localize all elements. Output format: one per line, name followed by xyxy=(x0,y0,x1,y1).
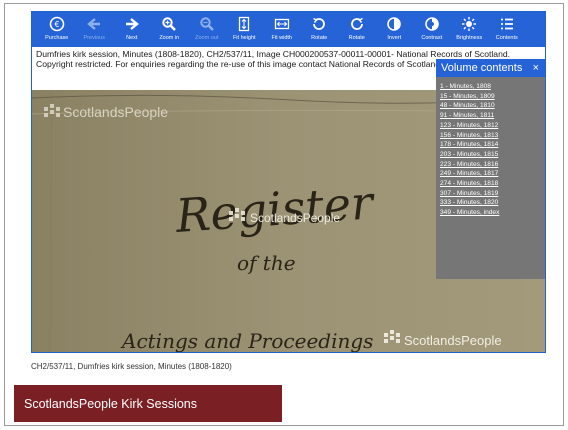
list-item: 249 - Minutes, 1817 xyxy=(440,169,545,179)
image-viewer: € Purchase Previous Next Zoom in Zoom ou… xyxy=(31,11,546,353)
rotate-right-icon xyxy=(349,16,365,32)
zoom-in-button[interactable]: Zoom in xyxy=(151,12,189,47)
volume-link[interactable]: 349 - Minutes, index xyxy=(440,209,499,216)
rotate-right-button[interactable]: Rotate xyxy=(338,12,376,47)
invert-button[interactable]: Invert xyxy=(376,12,414,47)
volume-link[interactable]: 249 - Minutes, 1817 xyxy=(440,170,498,177)
image-reference-caption: CH2/537/11, Dumfries kirk session, Minut… xyxy=(31,362,232,371)
volume-link[interactable]: 156 - Minutes, 1813 xyxy=(440,132,498,139)
list-item: 307 - Minutes, 1819 xyxy=(440,189,545,199)
script-of-the: of the xyxy=(237,251,296,275)
invert-icon xyxy=(386,16,402,32)
contents-button[interactable]: Contents xyxy=(488,12,526,47)
fit-width-icon xyxy=(274,16,290,32)
contents-icon xyxy=(499,16,515,32)
list-item: 178 - Minutes, 1814 xyxy=(440,140,545,150)
fit-height-button[interactable]: Fit height xyxy=(226,12,264,47)
list-item: 123 - Minutes, 1812 xyxy=(440,121,545,131)
zoom-in-icon xyxy=(161,16,177,32)
brightness-button[interactable]: Brightness xyxy=(451,12,489,47)
volume-link[interactable]: 333 - Minutes, 1820 xyxy=(440,199,498,206)
volume-link[interactable]: 274 - Minutes, 1818 xyxy=(440,180,498,187)
volume-contents-header: Volume contents × xyxy=(436,59,545,77)
previous-button[interactable]: Previous xyxy=(76,12,114,47)
svg-text:€: € xyxy=(54,20,59,29)
purchase-button[interactable]: € Purchase xyxy=(38,12,76,47)
volume-contents-list: 1 - Minutes, 1808 15 - Minutes, 1809 48 … xyxy=(436,77,545,218)
contrast-icon xyxy=(424,16,440,32)
rotate-left-button[interactable]: Rotate xyxy=(301,12,339,47)
viewer-toolbar: € Purchase Previous Next Zoom in Zoom ou… xyxy=(32,12,545,47)
volume-link[interactable]: 123 - Minutes, 1812 xyxy=(440,122,498,129)
watermark-mid: ScotlandsPeople xyxy=(250,211,340,225)
contrast-button[interactable]: Contrast xyxy=(413,12,451,47)
brightness-icon xyxy=(461,16,477,32)
zoom-out-button[interactable]: Zoom out xyxy=(188,12,226,47)
list-item: 349 - Minutes, index xyxy=(440,208,545,218)
list-item: 223 - Minutes, 1816 xyxy=(440,160,545,170)
list-item: 15 - Minutes, 1809 xyxy=(440,92,545,102)
arrow-right-icon xyxy=(124,16,140,32)
volume-link[interactable]: 1 - Minutes, 1808 xyxy=(440,83,491,90)
volume-link[interactable]: 307 - Minutes, 1819 xyxy=(440,190,498,197)
volume-contents-panel: Volume contents × 1 - Minutes, 1808 15 -… xyxy=(436,59,545,279)
close-icon[interactable]: × xyxy=(533,62,539,74)
list-item: 1 - Minutes, 1808 xyxy=(440,82,545,92)
title-banner: ScotlandsPeople Kirk Sessions xyxy=(14,385,282,422)
volume-link[interactable]: 203 - Minutes, 1815 xyxy=(440,151,498,158)
next-button[interactable]: Next xyxy=(113,12,151,47)
fit-width-button[interactable]: Fit width xyxy=(263,12,301,47)
slide-frame: € Purchase Previous Next Zoom in Zoom ou… xyxy=(4,3,564,426)
script-actings: Actings and Proceedings xyxy=(120,329,373,353)
watermark-top: ScotlandsPeople xyxy=(63,104,168,120)
volume-link[interactable]: 178 - Minutes, 1814 xyxy=(440,141,498,148)
list-item: 203 - Minutes, 1815 xyxy=(440,150,545,160)
volume-contents-title: Volume contents xyxy=(441,62,523,74)
volume-link[interactable]: 48 - Minutes, 1810 xyxy=(440,102,495,109)
purchase-icon: € xyxy=(49,16,65,32)
arrow-left-icon xyxy=(86,16,102,32)
list-item: 48 - Minutes, 1810 xyxy=(440,101,545,111)
rotate-left-icon xyxy=(311,16,327,32)
list-item: 156 - Minutes, 1813 xyxy=(440,131,545,141)
list-item: 91 - Minutes, 1811 xyxy=(440,111,545,121)
volume-link[interactable]: 223 - Minutes, 1816 xyxy=(440,161,498,168)
list-item: 274 - Minutes, 1818 xyxy=(440,179,545,189)
volume-link[interactable]: 15 - Minutes, 1809 xyxy=(440,93,495,100)
zoom-out-icon xyxy=(199,16,215,32)
volume-link[interactable]: 91 - Minutes, 1811 xyxy=(440,112,494,119)
list-item: 333 - Minutes, 1820 xyxy=(440,198,545,208)
watermark-bottom: ScotlandsPeople xyxy=(404,333,502,348)
fit-height-icon xyxy=(236,16,252,32)
